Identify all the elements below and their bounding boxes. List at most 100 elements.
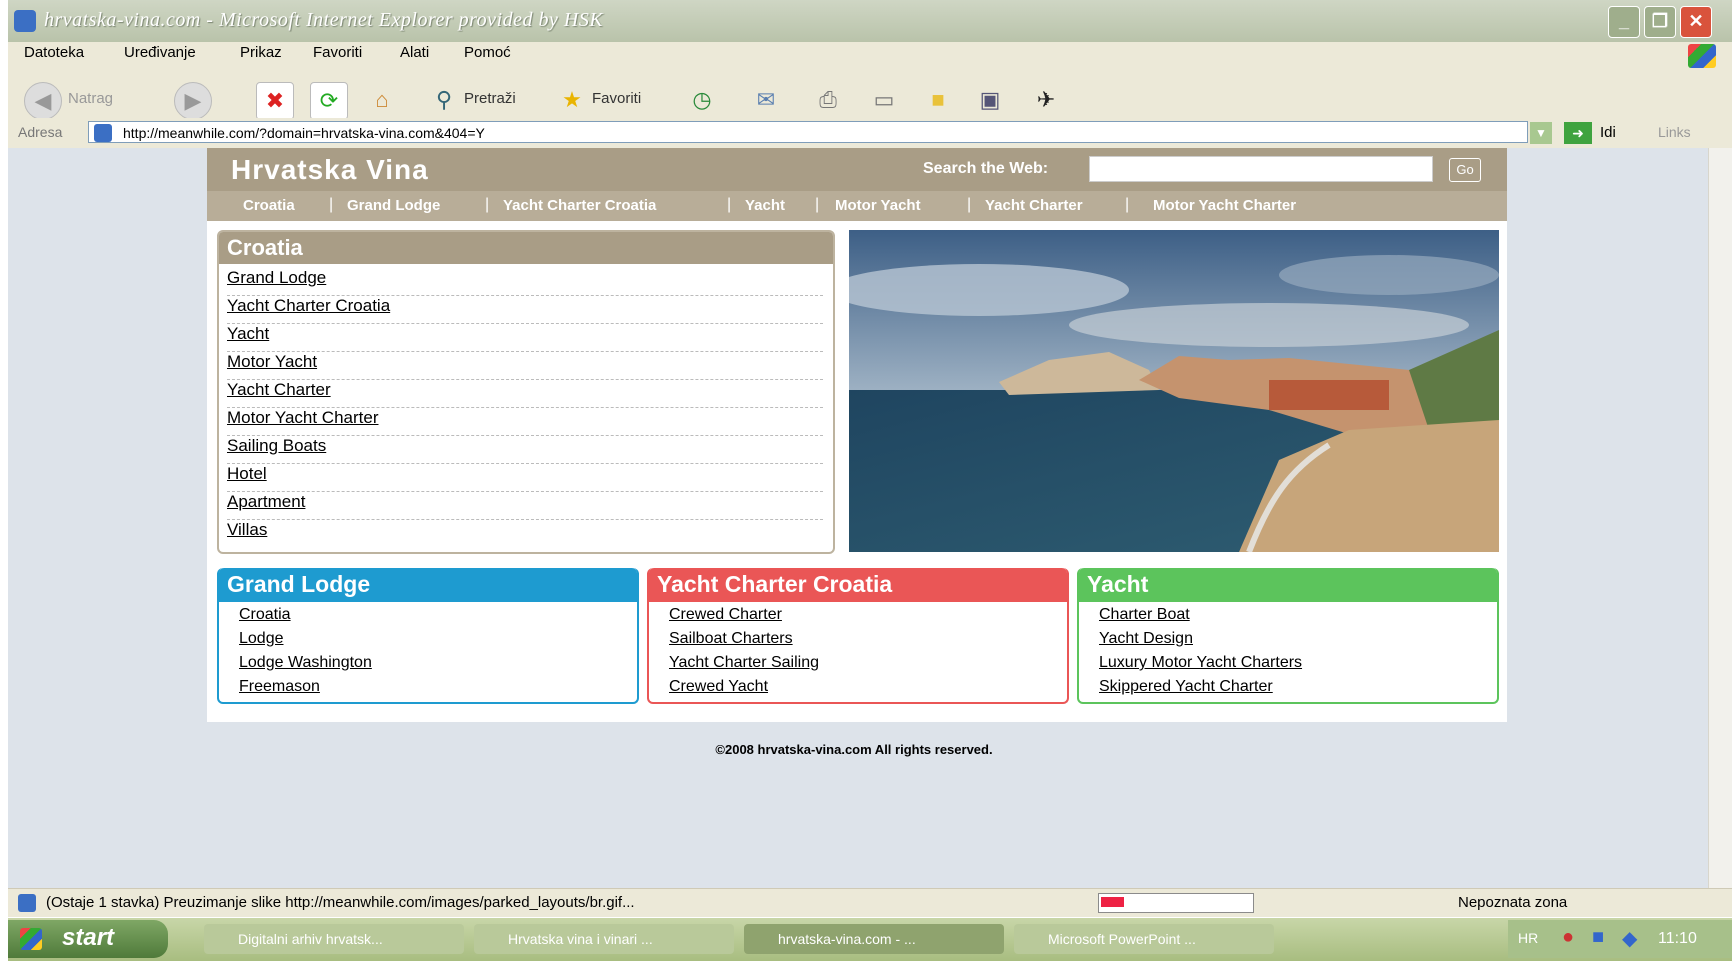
tray-shield-icon[interactable]: ◆: [1622, 926, 1637, 951]
link-yacht-design[interactable]: Yacht Design: [1099, 630, 1193, 648]
research-icon[interactable]: ✈: [1028, 82, 1064, 118]
back-arrow-icon[interactable]: ◀: [24, 82, 62, 120]
windows-logo-icon: [1688, 44, 1716, 68]
progress-fill: [1101, 897, 1124, 907]
link-charter-boat[interactable]: Charter Boat: [1099, 606, 1190, 624]
croatia-link-grand-lodge[interactable]: Grand Lodge: [227, 268, 823, 296]
link-crewed-charter[interactable]: Crewed Charter: [669, 606, 782, 624]
croatia-link-yacht-charter[interactable]: Yacht Charter: [227, 380, 823, 408]
nav-yacht-charter[interactable]: Yacht Charter: [985, 197, 1083, 214]
favorites-label[interactable]: Favoriti: [592, 90, 641, 107]
search-web-label: Search the Web:: [923, 160, 1049, 177]
clock: 11:10: [1658, 930, 1697, 947]
croatia-link-sailing-boats[interactable]: Sailing Boats: [227, 436, 823, 464]
search-icon[interactable]: ⚲: [426, 82, 462, 118]
tray-language-icon[interactable]: HR: [1518, 930, 1538, 946]
croatia-link-yacht[interactable]: Yacht: [227, 324, 823, 352]
windows-flag-icon: [20, 928, 42, 950]
nav-motor-yacht[interactable]: Motor Yacht: [835, 197, 921, 214]
nav-separator: |: [1125, 196, 1130, 213]
yacht-box-title[interactable]: Yacht: [1087, 571, 1148, 598]
link-lodge[interactable]: Lodge: [239, 630, 284, 648]
mail-icon[interactable]: ✉: [748, 82, 784, 118]
nav-grand-lodge[interactable]: Grand Lodge: [347, 197, 440, 214]
link-yacht-charter-sailing[interactable]: Yacht Charter Sailing: [669, 654, 819, 672]
menu-edit[interactable]: Uređivanje: [124, 44, 196, 61]
edit-icon[interactable]: ▭: [866, 82, 902, 118]
taskbar-item-active[interactable]: hrvatska-vina.com - ...: [744, 924, 1004, 954]
favorites-star-icon[interactable]: ★: [554, 82, 590, 118]
home-icon[interactable]: ⌂: [364, 82, 400, 118]
croatia-link-hotel[interactable]: Hotel: [227, 464, 823, 492]
croatia-link-yacht-charter-croatia[interactable]: Yacht Charter Croatia: [227, 296, 823, 324]
status-text: (Ostaje 1 stavka) Preuzimanje slike http…: [46, 894, 635, 911]
link-sailboat-charters[interactable]: Sailboat Charters: [669, 630, 793, 648]
croatia-box-title[interactable]: Croatia: [227, 235, 303, 261]
maximize-button[interactable]: ❐: [1644, 6, 1676, 38]
menu-view[interactable]: Prikaz: [240, 44, 282, 61]
link-skippered-yacht-charter[interactable]: Skippered Yacht Charter: [1099, 678, 1273, 696]
nav-yacht-charter-croatia[interactable]: Yacht Charter Croatia: [503, 197, 656, 214]
minimize-button[interactable]: _: [1608, 6, 1640, 38]
link-crewed-yacht[interactable]: Crewed Yacht: [669, 678, 768, 696]
tray-antivirus-icon[interactable]: ●: [1562, 926, 1574, 949]
croatia-link-villas[interactable]: Villas: [227, 520, 823, 547]
croatia-box: Croatia Grand Lodge Yacht Charter Croati…: [217, 230, 835, 554]
go-label[interactable]: Idi: [1600, 124, 1616, 141]
search-go-button[interactable]: Go: [1449, 158, 1481, 182]
links-label[interactable]: Links: [1658, 124, 1691, 140]
tray-network-icon[interactable]: ■: [1592, 926, 1604, 949]
nav-separator: |: [485, 196, 490, 213]
nav-separator: |: [815, 196, 820, 213]
history-icon[interactable]: ◷: [684, 82, 720, 118]
nav-croatia[interactable]: Croatia: [243, 197, 295, 214]
link-freemason[interactable]: Freemason: [239, 678, 320, 696]
address-dropdown-icon[interactable]: ▼: [1530, 122, 1552, 144]
taskbar-item[interactable]: Digitalni arhiv hrvatsk...: [204, 924, 464, 954]
refresh-icon[interactable]: ⟳: [310, 82, 348, 120]
close-button[interactable]: ✕: [1680, 6, 1712, 38]
taskbar: start Digitalni arhiv hrvatsk... Hrvatsk…: [8, 918, 1732, 961]
vertical-scrollbar[interactable]: [1708, 148, 1732, 888]
croatia-link-apartment[interactable]: Apartment: [227, 492, 823, 520]
forward-arrow-icon[interactable]: ▶: [174, 82, 212, 120]
menu-help[interactable]: Pomoć: [464, 44, 511, 61]
grand-lodge-box: Grand Lodge Croatia Lodge Lodge Washingt…: [217, 568, 639, 704]
taskbar-item[interactable]: Hrvatska vina i vinari ...: [474, 924, 734, 954]
status-bar: (Ostaje 1 stavka) Preuzimanje slike http…: [8, 888, 1732, 917]
site-title[interactable]: Hrvatska Vina: [231, 154, 429, 186]
nav-separator: |: [329, 196, 334, 213]
menu-file[interactable]: Datoteka: [24, 44, 84, 61]
croatia-box-header: Croatia: [219, 232, 833, 264]
menu-favorites[interactable]: Favoriti: [313, 44, 362, 61]
address-bar: Adresa http://meanwhile.com/?domain=hrva…: [8, 118, 1732, 148]
croatia-link-motor-yacht[interactable]: Motor Yacht: [227, 352, 823, 380]
discuss-icon[interactable]: ■: [920, 82, 956, 118]
link-luxury-motor-yacht-charters[interactable]: Luxury Motor Yacht Charters: [1099, 654, 1302, 672]
go-arrow-icon[interactable]: ➜: [1564, 122, 1592, 144]
search-web-input[interactable]: [1089, 156, 1433, 182]
messenger-icon[interactable]: ▣: [972, 82, 1008, 118]
system-tray: HR ● ■ ◆ 11:10: [1508, 920, 1732, 958]
yacht-charter-croatia-box: Yacht Charter Croatia Crewed Charter Sai…: [647, 568, 1069, 704]
grand-lodge-box-title[interactable]: Grand Lodge: [227, 571, 370, 598]
link-lodge-washington[interactable]: Lodge Washington: [239, 654, 372, 672]
nav-separator: |: [727, 196, 732, 213]
yacht-box-header: Yacht: [1079, 568, 1497, 602]
taskbar-item[interactable]: Microsoft PowerPoint ...: [1014, 924, 1274, 954]
link-croatia[interactable]: Croatia: [239, 606, 291, 624]
croatia-link-motor-yacht-charter[interactable]: Motor Yacht Charter: [227, 408, 823, 436]
menu-tools[interactable]: Alati: [400, 44, 429, 61]
address-input[interactable]: http://meanwhile.com/?domain=hrvatska-vi…: [88, 121, 1528, 143]
search-label[interactable]: Pretraži: [464, 90, 516, 107]
start-button[interactable]: start: [8, 920, 168, 958]
print-icon[interactable]: ⎙: [810, 82, 846, 118]
window-title-bar[interactable]: hrvatska-vina.com - Microsoft Internet E…: [8, 0, 1732, 42]
nav-yacht[interactable]: Yacht: [745, 197, 785, 214]
site-header: Hrvatska Vina Search the Web: Go: [207, 148, 1507, 191]
dubrovnik-coast-photo: [849, 230, 1499, 552]
yacht-charter-croatia-box-title[interactable]: Yacht Charter Croatia: [657, 571, 892, 598]
back-label[interactable]: Natrag: [68, 90, 113, 107]
nav-motor-yacht-charter[interactable]: Motor Yacht Charter: [1153, 197, 1296, 214]
stop-icon[interactable]: ✖: [256, 82, 294, 120]
